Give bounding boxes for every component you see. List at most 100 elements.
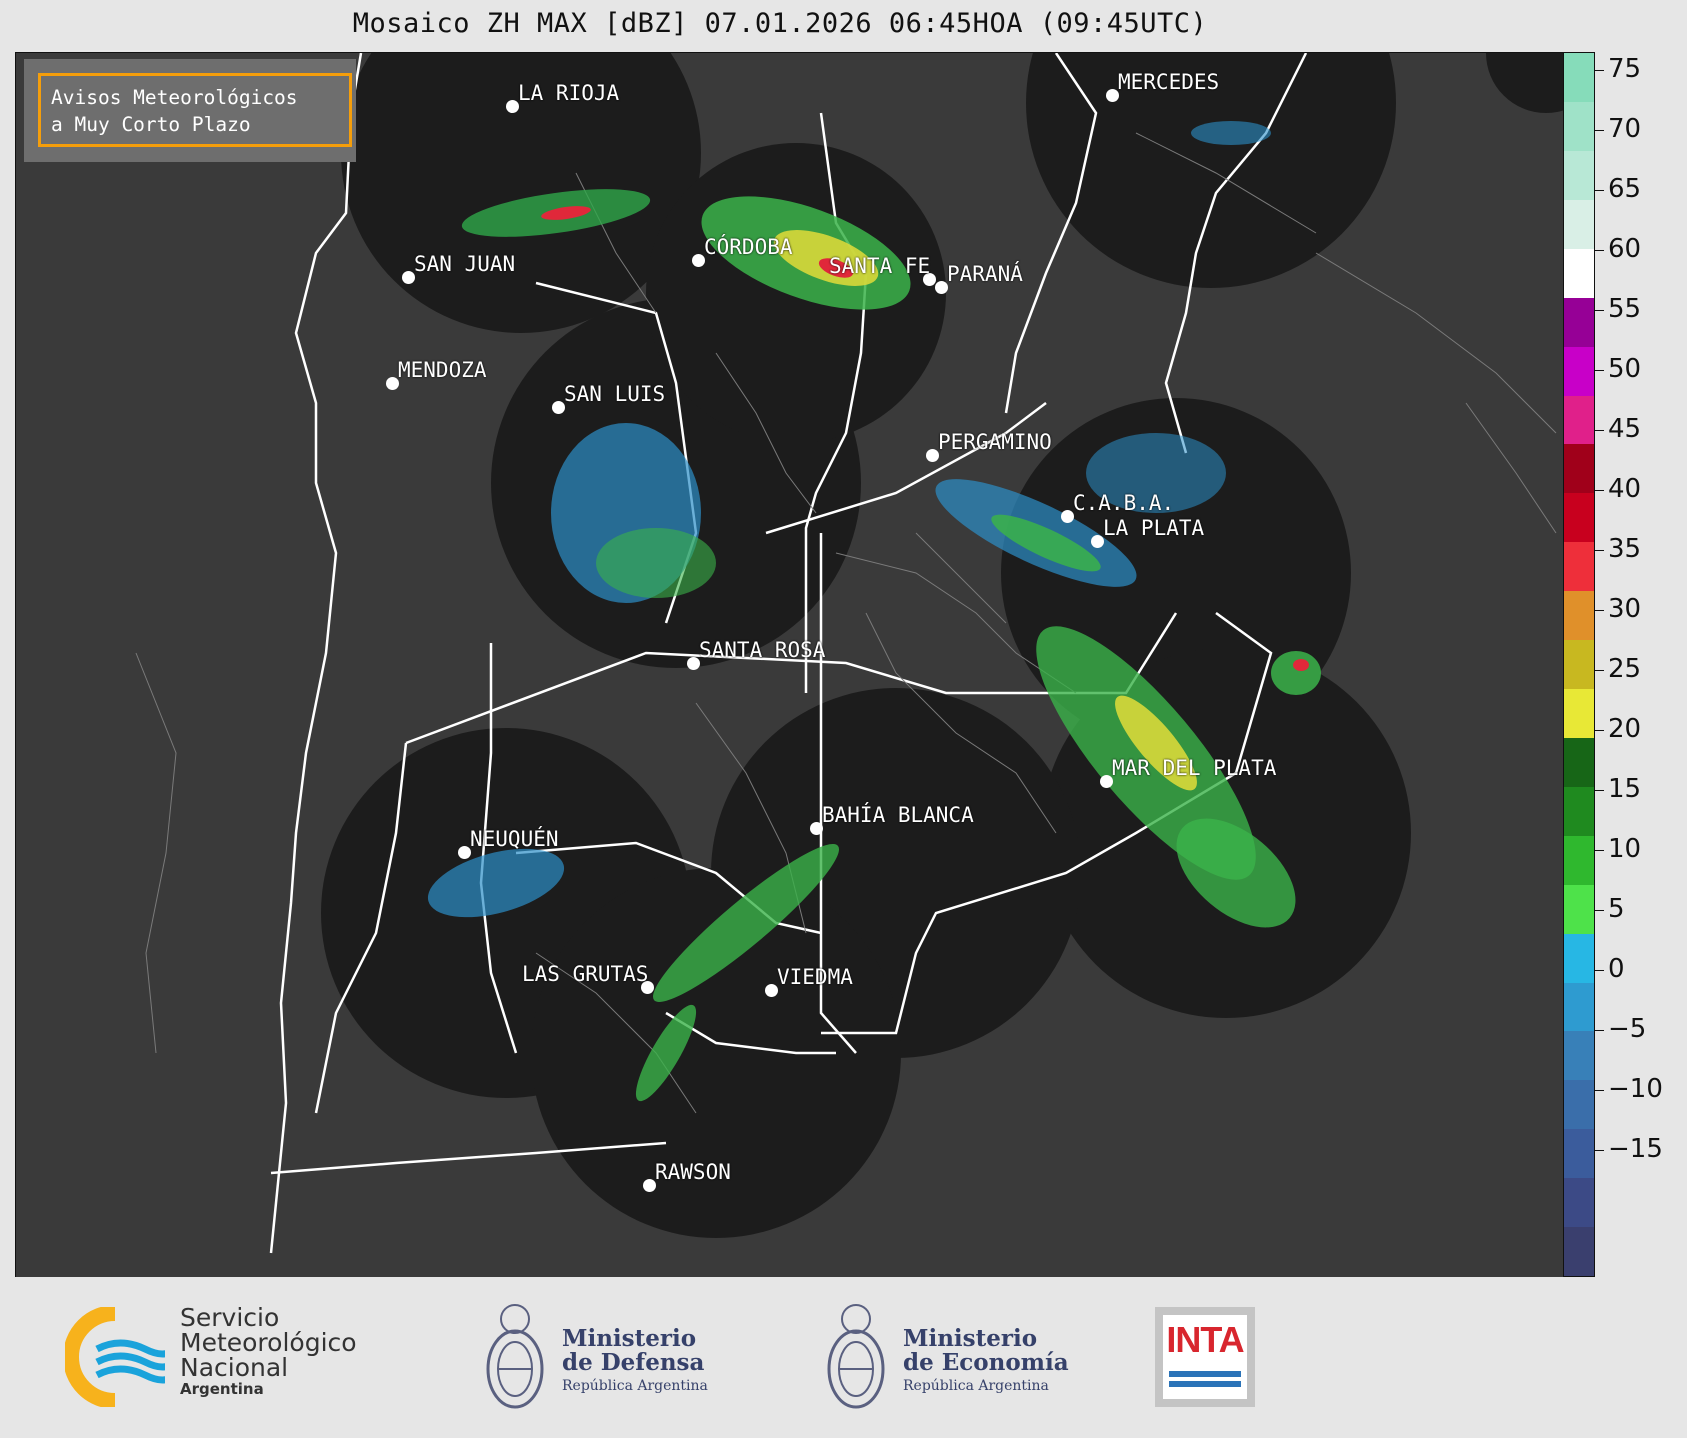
colorbar-segment (1564, 1227, 1594, 1277)
colorbar-tick (1595, 250, 1604, 251)
colorbar-tick-label: 75 (1608, 54, 1642, 84)
city-label: SAN JUAN (414, 252, 516, 276)
city-label: SANTA ROSA (699, 638, 826, 662)
colorbar-tick (1595, 610, 1604, 611)
smn-line-2: Meteorológico (180, 1328, 357, 1357)
city-label: RAWSON (655, 1160, 731, 1184)
colorbar-tick-label: 30 (1608, 594, 1642, 624)
colorbar-tick-label: 10 (1608, 834, 1642, 864)
colorbar-tick (1595, 970, 1604, 971)
colorbar-segment (1564, 53, 1594, 102)
colorbar-tick (1595, 670, 1604, 671)
inta-logo: INTA (1155, 1307, 1255, 1407)
colorbar-segment (1564, 444, 1594, 494)
colorbar-tick (1595, 910, 1604, 911)
city-label: MENDOZA (398, 358, 487, 382)
economia-name: Ministerio de Economía (903, 1327, 1069, 1375)
colorbar-segment (1564, 1031, 1594, 1081)
city-label: C.A.B.A. (1073, 491, 1175, 515)
colorbar-tick-label: 55 (1608, 294, 1642, 324)
colorbar-segment (1564, 1129, 1594, 1179)
city-label: LA RIOJA (518, 81, 620, 105)
city-label: MERCEDES (1118, 70, 1220, 94)
footer-logos: Servicio Meteorológico Nacional Argentin… (0, 1277, 1687, 1438)
defensa-sub: República Argentina (562, 1378, 708, 1394)
city-label: CÓRDOBA (704, 235, 793, 259)
colorbar-segment (1564, 150, 1594, 200)
colorbar-tick (1595, 430, 1604, 431)
colorbar-tick-label: 60 (1608, 234, 1642, 264)
dbz-colorbar (1563, 52, 1595, 1277)
smn-line-1: Servicio (180, 1303, 280, 1332)
inta-stripe-1 (1169, 1371, 1241, 1377)
colorbar-tick-label: 45 (1608, 414, 1642, 444)
colorbar-tick-label: 50 (1608, 354, 1642, 384)
economia-coat-of-arms-icon (827, 1304, 885, 1409)
radar-map[interactable]: Avisos Meteorológicos a Muy Corto Plazo … (15, 52, 1565, 1279)
colorbar-tick-label: 0 (1608, 954, 1625, 984)
notice-line-2: a Muy Corto Plazo (51, 113, 251, 136)
notice-panel: Avisos Meteorológicos a Muy Corto Plazo (24, 59, 356, 162)
colorbar-tick-label: 15 (1608, 774, 1642, 804)
colorbar-segment (1564, 933, 1594, 983)
city-label: PARANÁ (947, 262, 1023, 286)
colorbar-tick (1595, 1090, 1604, 1091)
colorbar-tick (1595, 850, 1604, 851)
colorbar-segment (1564, 786, 1594, 836)
colorbar-tick (1595, 730, 1604, 731)
colorbar-segment (1564, 248, 1594, 298)
city-label: LA PLATA (1103, 516, 1205, 540)
smn-name: Servicio Meteorológico Nacional Argentin… (180, 1305, 357, 1398)
colorbar-tick (1595, 490, 1604, 491)
colorbar-tick (1595, 1030, 1604, 1031)
colorbar-tick (1595, 310, 1604, 311)
smn-line-3: Nacional (180, 1353, 289, 1382)
colorbar-segment (1564, 640, 1594, 690)
colorbar-tick (1595, 130, 1604, 131)
map-title: Mosaico ZH MAX [dBZ] 07.01.2026 06:45HOA… (352, 8, 1208, 39)
smn-logo-icon (65, 1307, 165, 1407)
colorbar-segment (1564, 982, 1594, 1032)
colorbar-tick-label: 20 (1608, 714, 1642, 744)
colorbar-tick (1595, 190, 1604, 191)
colorbar-tick-label: 40 (1608, 474, 1642, 504)
inta-stripe-2 (1169, 1381, 1241, 1387)
colorbar-tick-label: −10 (1608, 1074, 1663, 1104)
notice-box[interactable]: Avisos Meteorológicos a Muy Corto Plazo (38, 73, 352, 147)
colorbar-segment (1564, 1080, 1594, 1130)
defensa-line-1: Ministerio (562, 1325, 697, 1352)
economia-line-1: Ministerio (903, 1325, 1038, 1352)
city-label: MAR DEL PLATA (1112, 756, 1277, 780)
defensa-name: Ministerio de Defensa (562, 1327, 704, 1375)
colorbar-segment (1564, 688, 1594, 738)
colorbar-segment (1564, 297, 1594, 347)
city-label: PERGAMINO (938, 430, 1052, 454)
city-label: SANTA FE (829, 254, 931, 278)
colorbar-segment (1564, 835, 1594, 885)
inta-wordmark: INTA (1166, 1319, 1244, 1360)
colorbar-tick-label: 70 (1608, 114, 1642, 144)
notice-line-1: Avisos Meteorológicos (51, 86, 298, 109)
colorbar-tick-label: 25 (1608, 654, 1642, 684)
colorbar-segment (1564, 884, 1594, 934)
defensa-line-2: de Defensa (562, 1349, 705, 1376)
city-label: SAN LUIS (564, 382, 666, 406)
colorbar-segment (1564, 1178, 1594, 1228)
colorbar-segment (1564, 591, 1594, 641)
colorbar-segment (1564, 737, 1594, 787)
colorbar-segment (1564, 542, 1594, 592)
colorbar-tick (1595, 70, 1604, 71)
colorbar-tick-label: −5 (1608, 1014, 1647, 1044)
colorbar-tick-label: 35 (1608, 534, 1642, 564)
colorbar-tick (1595, 1150, 1604, 1151)
colorbar-segment (1564, 101, 1594, 151)
city-label: VIEDMA (777, 965, 853, 989)
economia-sub: República Argentina (903, 1378, 1049, 1394)
colorbar-segment (1564, 395, 1594, 445)
economia-line-2: de Economía (903, 1349, 1069, 1376)
colorbar-tick (1595, 790, 1604, 791)
colorbar-tick (1595, 370, 1604, 371)
colorbar-tick-label: 65 (1608, 174, 1642, 204)
colorbar-tick-label: −15 (1608, 1134, 1663, 1164)
city-label: NEUQUÉN (470, 827, 559, 851)
